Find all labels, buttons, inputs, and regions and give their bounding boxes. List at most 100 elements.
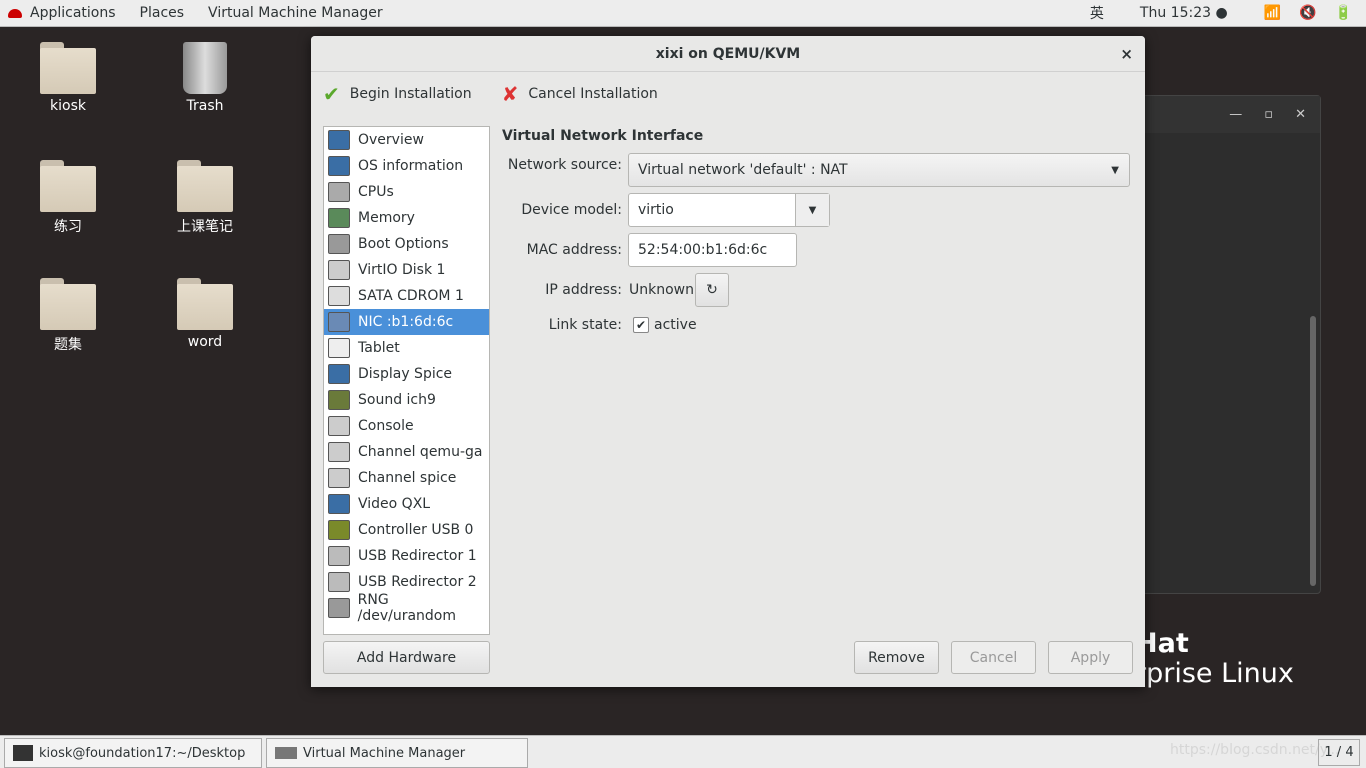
hardware-item-label: OS information	[358, 158, 464, 174]
dialog-title: xixi on QEMU/KVM	[655, 45, 801, 62]
hardware-item[interactable]: VirtIO Disk 1	[324, 257, 489, 283]
hardware-item[interactable]: NIC :b1:6d:6c	[324, 309, 489, 335]
home-folder-icon	[40, 42, 96, 94]
battery-icon[interactable]: 🔋	[1335, 5, 1352, 21]
refresh-ip-button[interactable]: ↻	[695, 273, 729, 307]
desktop-icon-folder[interactable]: 题集	[18, 278, 118, 354]
cancel-installation-button[interactable]: ✘ Cancel Installation	[502, 82, 658, 106]
hardware-icon	[328, 260, 350, 280]
begin-installation-button[interactable]: ✔ Begin Installation	[323, 82, 472, 106]
hardware-item[interactable]: Boot Options	[324, 231, 489, 257]
top-bar: Applications Places Virtual Machine Mana…	[0, 0, 1366, 27]
button-label: Begin Installation	[349, 86, 472, 102]
hardware-icon	[328, 364, 350, 384]
desktop-icon-folder[interactable]: 练习	[18, 160, 118, 236]
dialog-titlebar[interactable]: xixi on QEMU/KVM ×	[311, 36, 1145, 72]
taskbar-item-terminal[interactable]: kiosk@foundation17:~/Desktop	[4, 738, 262, 768]
ip-address-label: IP address:	[545, 282, 622, 298]
hardware-icon	[328, 312, 350, 332]
desktop-icon-folder[interactable]: word	[155, 278, 255, 350]
refresh-icon: ↻	[706, 282, 718, 298]
icon-label: word	[187, 334, 223, 350]
hardware-item-label: Tablet	[358, 340, 400, 356]
hardware-item[interactable]: Video QXL	[324, 491, 489, 517]
close-icon[interactable]: ✕	[1295, 107, 1306, 122]
hardware-item-label: Memory	[358, 210, 415, 226]
hardware-icon	[328, 546, 350, 566]
places-menu[interactable]: Places	[128, 5, 197, 21]
workspace-switcher[interactable]: 1 / 4	[1318, 739, 1360, 766]
applications-menu[interactable]: Applications	[22, 5, 128, 21]
clock[interactable]: Thu 15:23 ●	[1140, 5, 1228, 21]
hardware-item[interactable]: Memory	[324, 205, 489, 231]
device-model-combo[interactable]: virtio ▼	[628, 193, 830, 227]
add-hardware-button[interactable]: Add Hardware	[323, 641, 490, 674]
hardware-item[interactable]: Console	[324, 413, 489, 439]
hardware-item[interactable]: RNG /dev/urandom	[324, 592, 489, 624]
hardware-icon	[328, 390, 350, 410]
wifi-icon[interactable]: 📶	[1264, 5, 1281, 21]
hardware-item-label: USB Redirector 2	[358, 574, 477, 590]
link-state-checkbox[interactable]: ✔ active	[633, 317, 697, 333]
hardware-item[interactable]: Tablet	[324, 335, 489, 361]
hardware-item-label: Video QXL	[358, 496, 431, 512]
hardware-icon	[328, 208, 350, 228]
hardware-icon	[328, 572, 350, 592]
hardware-item-label: Channel spice	[358, 470, 457, 486]
icon-label: 练习	[54, 219, 82, 235]
check-icon: ✔	[323, 82, 340, 106]
mac-address-field[interactable]: 52:54:00:b1:6d:6c	[628, 233, 797, 267]
hardware-item-label: Channel qemu-ga	[358, 444, 483, 460]
hardware-item[interactable]: Display Spice	[324, 361, 489, 387]
minimize-icon[interactable]: —	[1229, 107, 1242, 122]
desktop-icon-trash[interactable]: Trash	[155, 42, 255, 114]
hardware-item[interactable]: Channel spice	[324, 465, 489, 491]
hardware-item[interactable]: Channel qemu-ga	[324, 439, 489, 465]
taskbar: kiosk@foundation17:~/Desktop Virtual Mac…	[0, 735, 1366, 768]
hardware-item-label: Controller USB 0	[358, 522, 474, 538]
hardware-item-label: VirtIO Disk 1	[358, 262, 446, 278]
watermark: https://blog.csdn.net/y...	[1170, 742, 1340, 758]
button-label: Cancel Installation	[528, 86, 658, 102]
background-window[interactable]: — ▫ ✕	[1140, 95, 1321, 594]
hardware-icon	[328, 520, 350, 540]
ip-address-value: Unknown	[629, 282, 694, 298]
hardware-item-label: Console	[358, 418, 414, 434]
icon-label: kiosk	[50, 98, 86, 114]
brand-text: rprise Linux	[1135, 658, 1294, 689]
hardware-item[interactable]: SATA CDROM 1	[324, 283, 489, 309]
remove-button[interactable]: Remove	[854, 641, 939, 674]
network-source-dropdown[interactable]: Virtual network 'default' : NAT ▼	[628, 153, 1130, 187]
icon-label: 上课笔记	[177, 219, 233, 235]
hardware-list: Overview OS information CPUs Memory Boot Opt…	[323, 126, 490, 635]
apply-button[interactable]: Apply	[1048, 641, 1133, 674]
redhat-logo-icon	[8, 8, 22, 18]
folder-icon	[40, 160, 96, 212]
close-icon[interactable]: ×	[1120, 45, 1133, 63]
hardware-icon	[328, 468, 350, 488]
hardware-item[interactable]: OS information	[324, 153, 489, 179]
folder-icon	[177, 160, 233, 212]
desktop-icon-folder[interactable]: 上课笔记	[155, 160, 255, 236]
maximize-icon[interactable]: ▫	[1264, 107, 1273, 122]
checkbox-label: active	[654, 317, 697, 333]
hardware-item[interactable]: Overview	[324, 127, 489, 153]
combo-value: virtio	[638, 202, 674, 218]
task-label: Virtual Machine Manager	[303, 745, 466, 761]
desktop-icon-kiosk[interactable]: kiosk	[18, 42, 118, 114]
chevron-down-icon[interactable]: ▼	[795, 194, 829, 226]
cancel-button[interactable]: Cancel	[951, 641, 1036, 674]
hardware-item-label: USB Redirector 1	[358, 548, 477, 564]
app-menu[interactable]: Virtual Machine Manager	[196, 5, 395, 21]
volume-muted-icon[interactable]: 🔇	[1299, 5, 1316, 21]
hardware-icon	[328, 182, 350, 202]
hardware-item[interactable]: CPUs	[324, 179, 489, 205]
taskbar-item-vmm[interactable]: Virtual Machine Manager	[266, 738, 528, 768]
hardware-item[interactable]: USB Redirector 1	[324, 543, 489, 569]
hardware-item[interactable]: Sound ich9	[324, 387, 489, 413]
scrollbar[interactable]	[1310, 316, 1316, 586]
hardware-item[interactable]: Controller USB 0	[324, 517, 489, 543]
input-method[interactable]: 英	[1090, 3, 1104, 23]
folder-icon	[40, 278, 96, 330]
hardware-icon	[328, 494, 350, 514]
